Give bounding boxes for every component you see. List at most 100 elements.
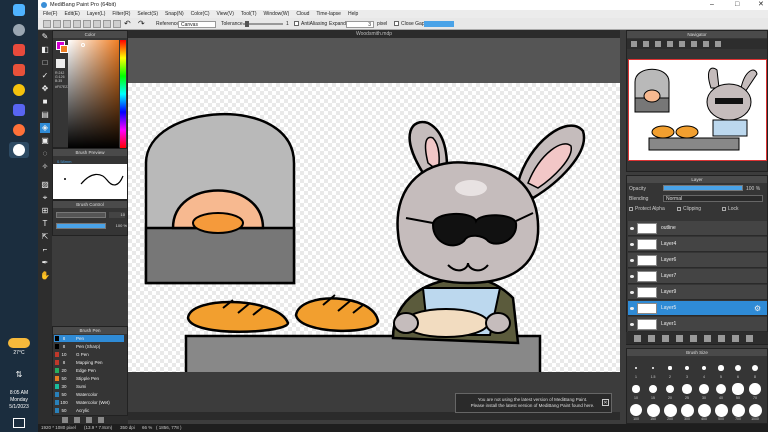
brush-item[interactable]: 8 Mapping Pen — [54, 359, 124, 366]
network-icon[interactable]: ⇅ — [11, 370, 27, 380]
menu-help[interactable]: Help — [348, 11, 358, 17]
brush-size-dot[interactable] — [715, 383, 727, 395]
close-window-button[interactable]: ✕ — [758, 0, 764, 10]
brush-item[interactable]: 20 Edge Pen — [54, 367, 124, 374]
layer-settings-icon[interactable] — [732, 335, 739, 342]
brush-size-dot[interactable] — [651, 366, 655, 370]
layer-visibility-icon[interactable] — [630, 227, 634, 230]
new-halftone-layer-icon[interactable] — [648, 335, 655, 342]
layer-visibility-icon[interactable] — [630, 323, 634, 326]
divide-tool-icon[interactable]: ⊞ — [40, 206, 50, 216]
layer-visibility-icon[interactable] — [630, 307, 634, 310]
add-brush-icon[interactable] — [62, 417, 68, 423]
close-gaps-checkbox[interactable] — [394, 21, 399, 26]
brush-size-dot[interactable] — [699, 384, 709, 394]
brush-size-dot[interactable] — [682, 384, 692, 394]
layer-row[interactable]: outline — [628, 221, 767, 236]
layer-row[interactable]: Layer5 ⚙ — [628, 301, 767, 316]
text-tool-icon[interactable]: T — [40, 219, 50, 229]
brush-item[interactable]: 50 Watercolor — [54, 391, 124, 398]
new-file-icon[interactable] — [43, 19, 51, 28]
color-picker-cursor[interactable] — [81, 43, 85, 47]
brush-size-dot[interactable] — [680, 403, 694, 417]
hand-tool-icon[interactable]: ✋ — [40, 271, 50, 281]
redo-icon[interactable]: ↷ — [138, 18, 145, 30]
canvas-scrollbar[interactable] — [128, 412, 620, 420]
brush-item[interactable]: 100 Watercolor (Wet) — [54, 399, 124, 406]
transform-icon[interactable] — [113, 19, 121, 28]
save-icon[interactable] — [63, 19, 71, 28]
brush-size-value[interactable]: 10 — [109, 212, 125, 218]
saturation-value-field[interactable] — [68, 40, 119, 148]
brush-item[interactable]: 8 Pen — [54, 335, 124, 342]
brush-size-dot[interactable] — [701, 365, 707, 371]
magic-wand-icon[interactable]: ✧ — [40, 162, 50, 172]
dot-tool-icon[interactable]: □ — [40, 58, 50, 68]
zoom-out-icon[interactable] — [643, 41, 649, 47]
brush-item[interactable]: 50 Stipple Pen — [54, 375, 124, 382]
menu-tool[interactable]: Tool(T) — [241, 11, 257, 17]
rotate-right-icon[interactable] — [691, 41, 697, 47]
bucket-tool-icon[interactable]: ◈ — [40, 123, 50, 133]
clipping-checkbox[interactable] — [677, 207, 681, 211]
office-icon[interactable] — [9, 62, 29, 78]
delete-layer-icon[interactable] — [746, 335, 753, 342]
reference-select[interactable]: Canvas — [178, 21, 216, 28]
discord-icon[interactable] — [9, 102, 29, 118]
document-tab[interactable]: Woodsmith.mdp — [128, 30, 620, 38]
minimize-button[interactable]: – — [710, 0, 714, 10]
update-notice[interactable]: You are not using the latest version of … — [455, 393, 612, 413]
brush-size-dot[interactable] — [685, 366, 689, 370]
brush-opacity-value[interactable]: 100 % — [109, 223, 127, 229]
menu-file[interactable]: File(F) — [43, 11, 57, 17]
shape-tool-icon[interactable]: ■ — [40, 97, 50, 107]
brush-size-dot[interactable] — [635, 367, 637, 369]
brush-size-dot[interactable] — [646, 403, 660, 417]
snap-icon[interactable] — [93, 19, 101, 28]
brush-size-dot[interactable] — [718, 365, 724, 371]
menu-snap[interactable]: Snap(N) — [165, 11, 184, 17]
brush-size-dot[interactable] — [749, 383, 761, 395]
menu-time-lapse[interactable]: Time-lapse — [316, 11, 341, 17]
fit-icon[interactable] — [655, 41, 661, 47]
brush-size-dot[interactable] — [732, 383, 744, 395]
search-icon[interactable] — [9, 22, 29, 38]
hue-slider[interactable] — [120, 40, 126, 148]
firefox-icon[interactable] — [9, 122, 29, 138]
cloud-icon[interactable] — [73, 19, 81, 28]
duplicate-layer-icon[interactable] — [676, 335, 683, 342]
menu-view[interactable]: View(V) — [217, 11, 234, 17]
clock-time[interactable]: 8:05 AM — [2, 390, 36, 396]
layer-row[interactable]: Layer1 — [628, 317, 767, 332]
brush-size-dot[interactable] — [632, 385, 640, 393]
transparent-swatch[interactable] — [56, 59, 65, 68]
update-notice-line2[interactable]: Please install the latest version of Med… — [466, 403, 599, 409]
brush-size-dot[interactable] — [731, 403, 745, 417]
brush-size-slider[interactable] — [56, 212, 106, 218]
notifications-icon[interactable] — [13, 418, 25, 428]
brush-settings-icon[interactable] — [74, 417, 80, 423]
expand-input[interactable]: 3 — [346, 21, 374, 28]
eyedropper-tool-icon[interactable]: ⌐ — [40, 245, 50, 255]
blending-select[interactable]: Normal — [663, 195, 763, 202]
microsoft-store-icon[interactable] — [9, 42, 29, 58]
grid-icon[interactable] — [83, 19, 91, 28]
fill-tool-icon[interactable]: ▣ — [40, 136, 50, 146]
flip-horizontal-icon[interactable] — [715, 41, 721, 47]
layer-row[interactable]: Layer9 — [628, 285, 767, 300]
open-file-icon[interactable] — [53, 19, 61, 28]
gradient-tool-icon[interactable]: ▤ — [40, 110, 50, 120]
background-swatch[interactable] — [60, 45, 68, 53]
medibang-taskbar-icon[interactable] — [9, 142, 29, 158]
brush-size-dot[interactable] — [649, 385, 657, 393]
brush-size-dot[interactable] — [665, 384, 675, 394]
lasso-tool-icon[interactable]: ◌ — [40, 149, 50, 159]
operation-tool-icon[interactable]: ⇱ — [40, 232, 50, 242]
menu-filter[interactable]: Filter(R) — [112, 11, 130, 17]
close-gaps-level[interactable] — [424, 21, 454, 27]
cloud-brush-icon[interactable] — [86, 417, 92, 423]
close-notice-icon[interactable]: ✕ — [602, 399, 609, 406]
layer-opacity-value[interactable]: 100 % — [746, 186, 760, 192]
brush-item[interactable]: 30 Sumi — [54, 383, 124, 390]
brush-size-dot[interactable] — [751, 364, 759, 372]
